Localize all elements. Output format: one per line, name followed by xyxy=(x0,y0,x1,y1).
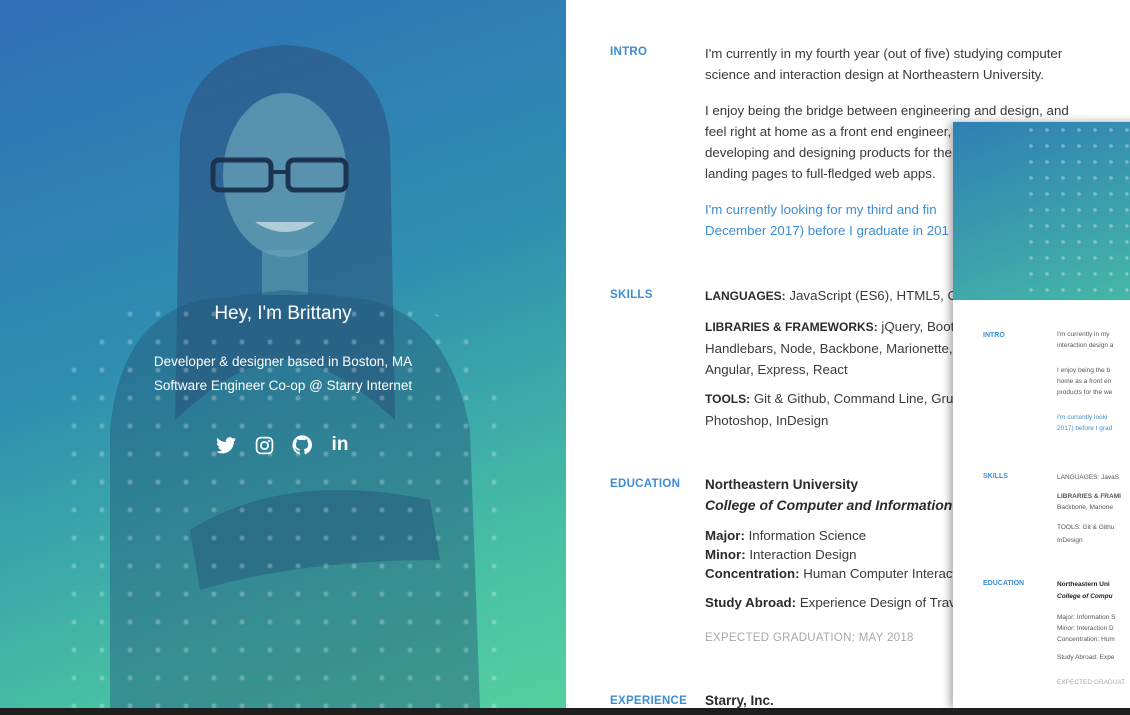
thumb-label-intro: INTRO xyxy=(983,332,1005,339)
hero-panel: Hey, I'm Brittany Developer & designer b… xyxy=(0,0,566,708)
section-label-education: EDUCATION xyxy=(610,478,681,490)
section-label-skills: SKILLS xyxy=(610,289,653,301)
thumb-label-education: EDUCATION xyxy=(983,580,1025,587)
preview-thumbnail[interactable]: INTRO I'm currently in my interaction de… xyxy=(953,122,1130,708)
bottom-bar xyxy=(0,708,1130,715)
social-links: in xyxy=(0,434,566,456)
intro-paragraph-1: I'm currently in my fourth year (out of … xyxy=(705,46,1063,82)
thumbnail-hero xyxy=(953,122,1130,300)
thumb-label-skills: SKILLS xyxy=(983,473,1008,480)
section-label-intro: INTRO xyxy=(610,46,648,58)
section-label-experience: EXPERIENCE xyxy=(610,695,688,707)
github-icon[interactable] xyxy=(291,434,313,456)
instagram-icon[interactable] xyxy=(253,434,275,456)
hero-tagline: Developer & designer based in Boston, MA xyxy=(153,354,413,369)
twitter-icon[interactable] xyxy=(215,434,237,456)
linkedin-icon[interactable]: in xyxy=(329,434,351,456)
hero-role: Software Engineer Co-op @ Starry Interne… xyxy=(153,378,413,393)
hero-name: Hey, I'm Brittany xyxy=(214,303,352,324)
